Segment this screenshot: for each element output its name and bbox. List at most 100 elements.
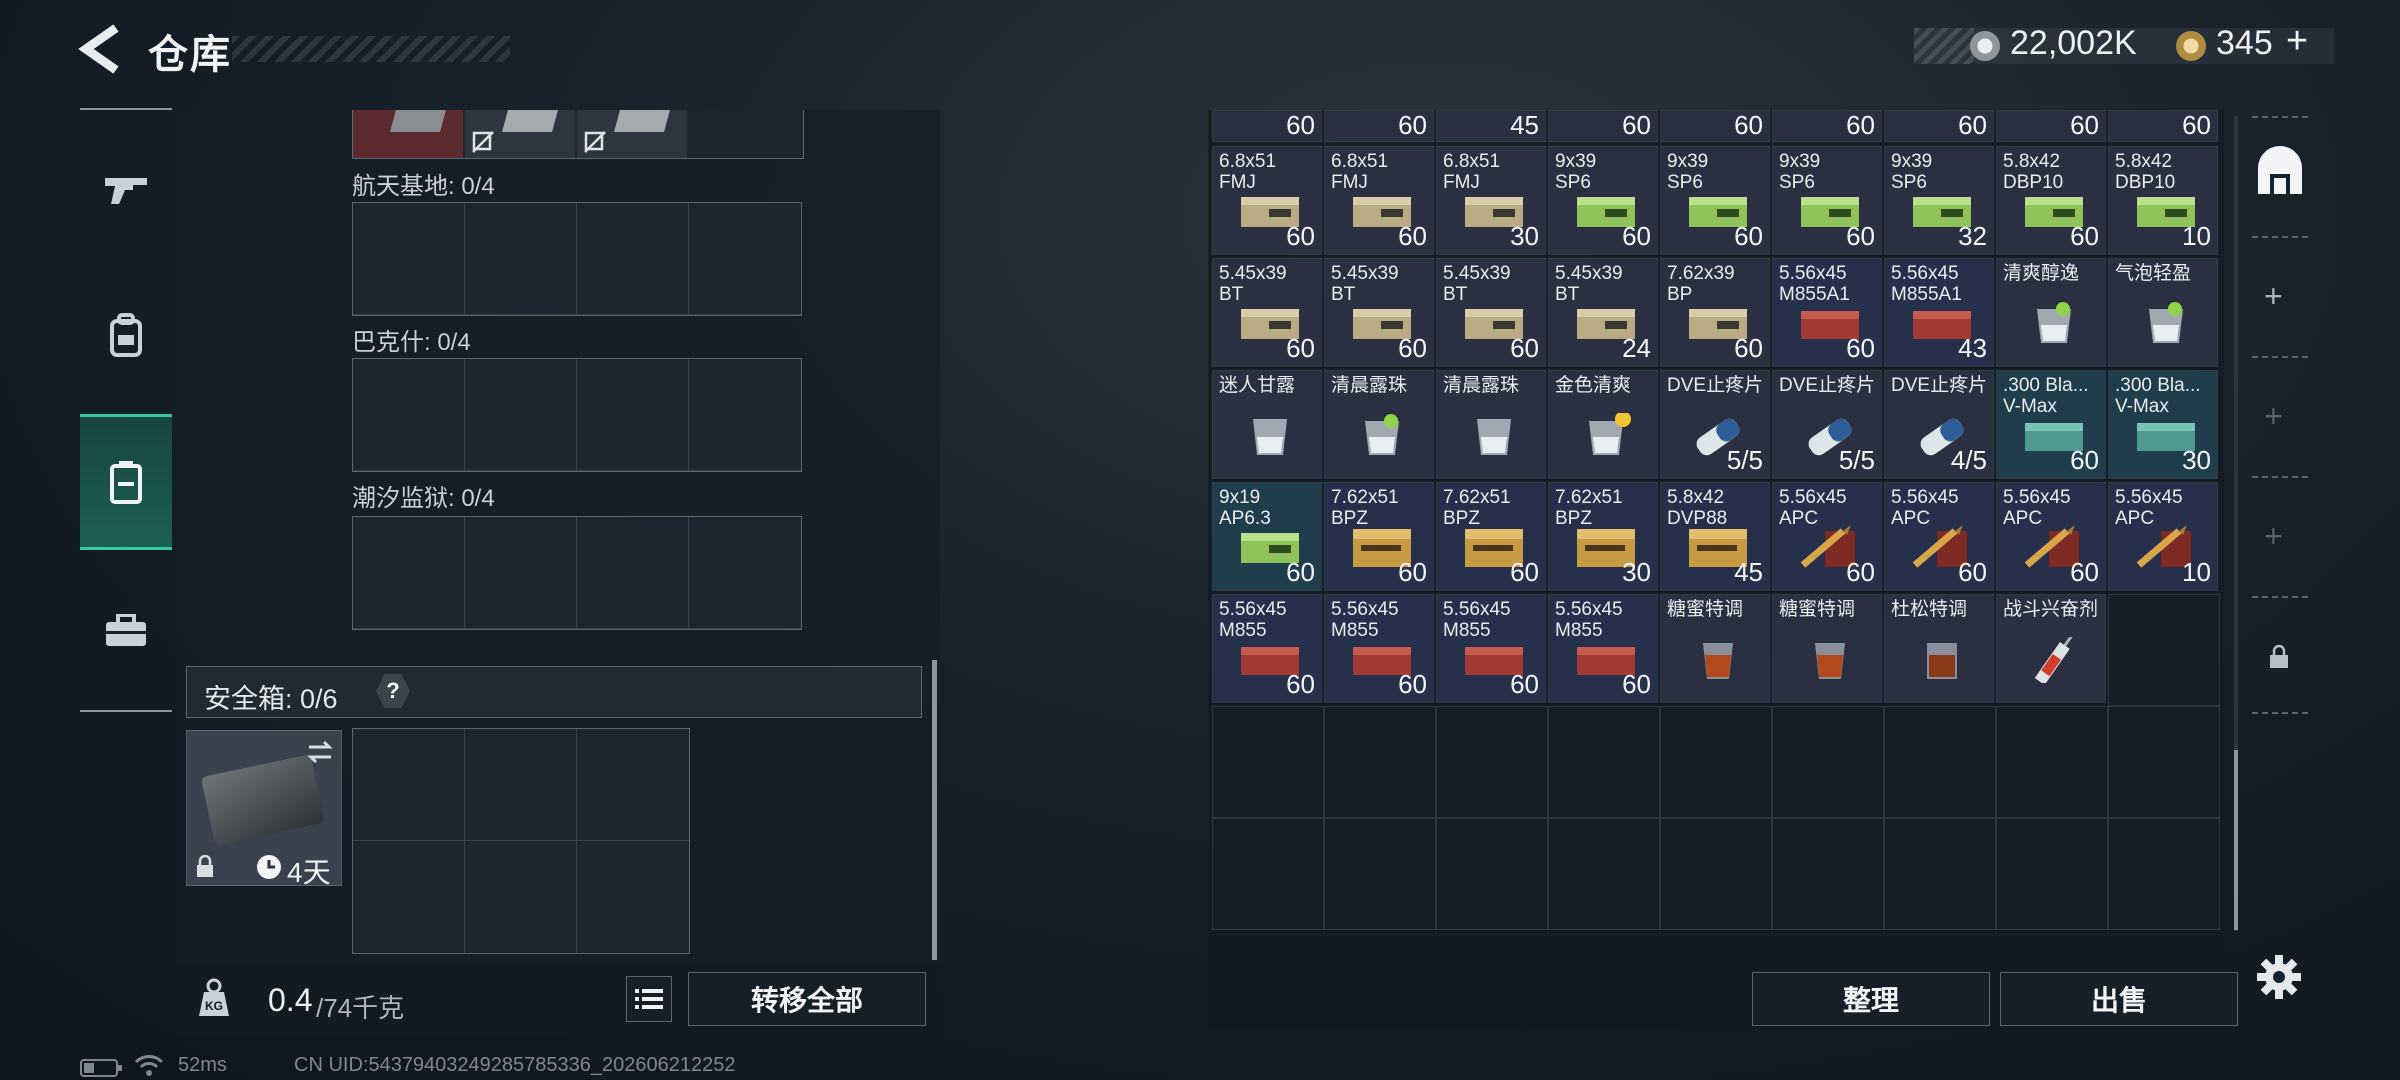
empty-slot[interactable] [1884,818,1996,930]
back-arrow-icon[interactable] [78,24,122,74]
empty-slot[interactable] [1996,818,2108,930]
container-grid-aerospace[interactable] [352,202,802,316]
item-slot[interactable] [577,110,687,158]
inventory-item[interactable]: 糖蜜特调 [1772,594,1882,703]
inventory-item[interactable]: 战斗兴奋剂 [1996,594,2106,703]
inventory-item[interactable]: 5.45x39 BT 24 [1548,258,1658,367]
inventory-item[interactable]: 5.8x42 DVP88 45 [1660,482,1770,591]
transfer-all-button[interactable]: 转移全部 [688,972,926,1026]
empty-slot[interactable] [2108,706,2220,818]
empty-slot[interactable] [1324,818,1436,930]
container-grid-bakhsh[interactable] [352,358,802,472]
inventory-item[interactable]: 清晨露珠 [1324,370,1434,479]
inventory-item[interactable]: .300 Bla... V-Max 60 [1996,370,2106,479]
inventory-item[interactable]: 5.45x39 BT 60 [1436,258,1546,367]
inventory-item[interactable]: 5.45x39 BT 60 [1212,258,1322,367]
inventory-item[interactable]: 9x19 AP6.3 60 [1212,482,1322,591]
inventory-item[interactable]: 7.62x51 BPZ 30 [1548,482,1658,591]
list-view-button[interactable] [626,976,672,1022]
container-grid-prison[interactable] [352,516,802,630]
inventory-item[interactable]: DVE止疼片 4/5 [1884,370,1994,479]
empty-slot[interactable] [1212,818,1324,930]
empty-slot[interactable] [1548,706,1660,818]
empty-slot[interactable] [1660,706,1772,818]
inventory-item[interactable]: 杜松特调 [1884,594,1994,703]
empty-slot[interactable] [1324,706,1436,818]
inventory-scrollbar[interactable] [2234,750,2238,930]
inventory-item[interactable]: 9x39 SP6 32 [1884,146,1994,255]
inventory-item[interactable]: 9x39 SP6 60 [1772,146,1882,255]
inventory-item[interactable]: DVE止疼片 5/5 [1660,370,1770,479]
inventory-item[interactable]: 金色清爽 [1548,370,1658,479]
item-slot[interactable] [353,110,463,158]
inventory-item[interactable]: 5.56x45 APC 10 [2108,482,2218,591]
inventory-item[interactable]: 6.8x51 FMJ 30 [1436,146,1546,255]
inventory-item-partial[interactable]: 60 [1996,110,2106,142]
inventory-item[interactable]: 5.56x45 APC 60 [1996,482,2106,591]
inventory-item[interactable]: 6.8x51 FMJ 60 [1324,146,1434,255]
inventory-item[interactable]: 5.56x45 APC 60 [1884,482,1994,591]
inventory-item[interactable]: 气泡轻盈 [2108,258,2218,367]
lock-icon[interactable] [2268,644,2290,670]
empty-slot[interactable] [1436,706,1548,818]
empty-slot[interactable] [2108,818,2220,930]
nav-storage[interactable] [80,414,172,550]
empty-slot[interactable] [1772,706,1884,818]
empty-slot[interactable] [1772,818,1884,930]
inventory-item[interactable]: 6.8x51 FMJ 60 [1212,146,1322,255]
item-count: 60 [1398,557,1427,587]
nav-weapons[interactable] [80,124,172,254]
inventory-item[interactable]: 9x39 SP6 60 [1660,146,1770,255]
add-tab-button-disabled[interactable]: + [2264,398,2283,435]
inventory-item[interactable]: 5.56x45 M855 60 [1548,594,1658,703]
inventory-item[interactable]: DVE止疼片 5/5 [1772,370,1882,479]
inventory-item[interactable]: 5.8x42 DBP10 10 [2108,146,2218,255]
empty-slot[interactable] [1548,818,1660,930]
inventory-item[interactable]: 5.56x45 M855 60 [1212,594,1322,703]
inventory-item[interactable]: 5.56x45 M855A1 60 [1772,258,1882,367]
nav-equipment[interactable] [80,270,172,400]
add-tab-button-disabled[interactable]: + [2264,518,2283,555]
sell-button[interactable]: 出售 [2000,972,2238,1026]
settings-gear-icon[interactable] [2256,954,2302,1000]
empty-slot[interactable] [2108,594,2220,706]
item-slot[interactable] [465,110,575,158]
inventory-item[interactable]: 5.45x39 BT 60 [1324,258,1434,367]
inventory-item[interactable]: 清晨露珠 [1436,370,1546,479]
empty-slot[interactable] [1212,706,1324,818]
side-tab-storage[interactable] [2250,142,2310,202]
inventory-item[interactable]: 7.62x51 BPZ 60 [1324,482,1434,591]
empty-slot[interactable] [1660,818,1772,930]
inventory-item-partial[interactable]: 60 [1660,110,1770,142]
inventory-item[interactable]: 5.8x42 DBP10 60 [1996,146,2106,255]
inventory-item[interactable]: .300 Bla... V-Max 30 [2108,370,2218,479]
inventory-item-partial[interactable]: 60 [1548,110,1658,142]
inventory-item[interactable]: 迷人甘露 [1212,370,1322,479]
empty-slot[interactable] [1884,706,1996,818]
nav-toolbox[interactable] [80,566,172,696]
left-scrollbar[interactable] [932,660,937,960]
empty-slot[interactable] [1436,818,1548,930]
swap-icon[interactable] [305,739,335,765]
inventory-item-partial[interactable]: 60 [1772,110,1882,142]
inventory-item[interactable]: 9x39 SP6 60 [1548,146,1658,255]
safe-box-item[interactable]: 4天 [186,730,342,888]
inventory-item-partial[interactable]: 60 [2108,110,2218,142]
inventory-item[interactable]: 5.56x45 M855 60 [1436,594,1546,703]
inventory-item[interactable]: 糖蜜特调 [1660,594,1770,703]
add-currency-button[interactable]: + [2286,20,2308,63]
inventory-item[interactable]: 7.62x51 BPZ 60 [1436,482,1546,591]
inventory-item-partial[interactable]: 60 [1324,110,1434,142]
inventory-item[interactable]: 5.56x45 M855 60 [1324,594,1434,703]
inventory-item-partial[interactable]: 60 [1212,110,1322,142]
inventory-item[interactable]: 7.62x39 BP 60 [1660,258,1770,367]
add-tab-button[interactable]: + [2264,278,2283,315]
inventory-item-partial[interactable]: 60 [1884,110,1994,142]
safe-box-grid[interactable] [352,728,690,954]
inventory-item-partial[interactable]: 45 [1436,110,1546,142]
sort-button[interactable]: 整理 [1752,972,1990,1026]
inventory-item[interactable]: 5.56x45 M855A1 43 [1884,258,1994,367]
empty-slot[interactable] [1996,706,2108,818]
inventory-item[interactable]: 5.56x45 APC 60 [1772,482,1882,591]
inventory-item[interactable]: 清爽醇逸 [1996,258,2106,367]
